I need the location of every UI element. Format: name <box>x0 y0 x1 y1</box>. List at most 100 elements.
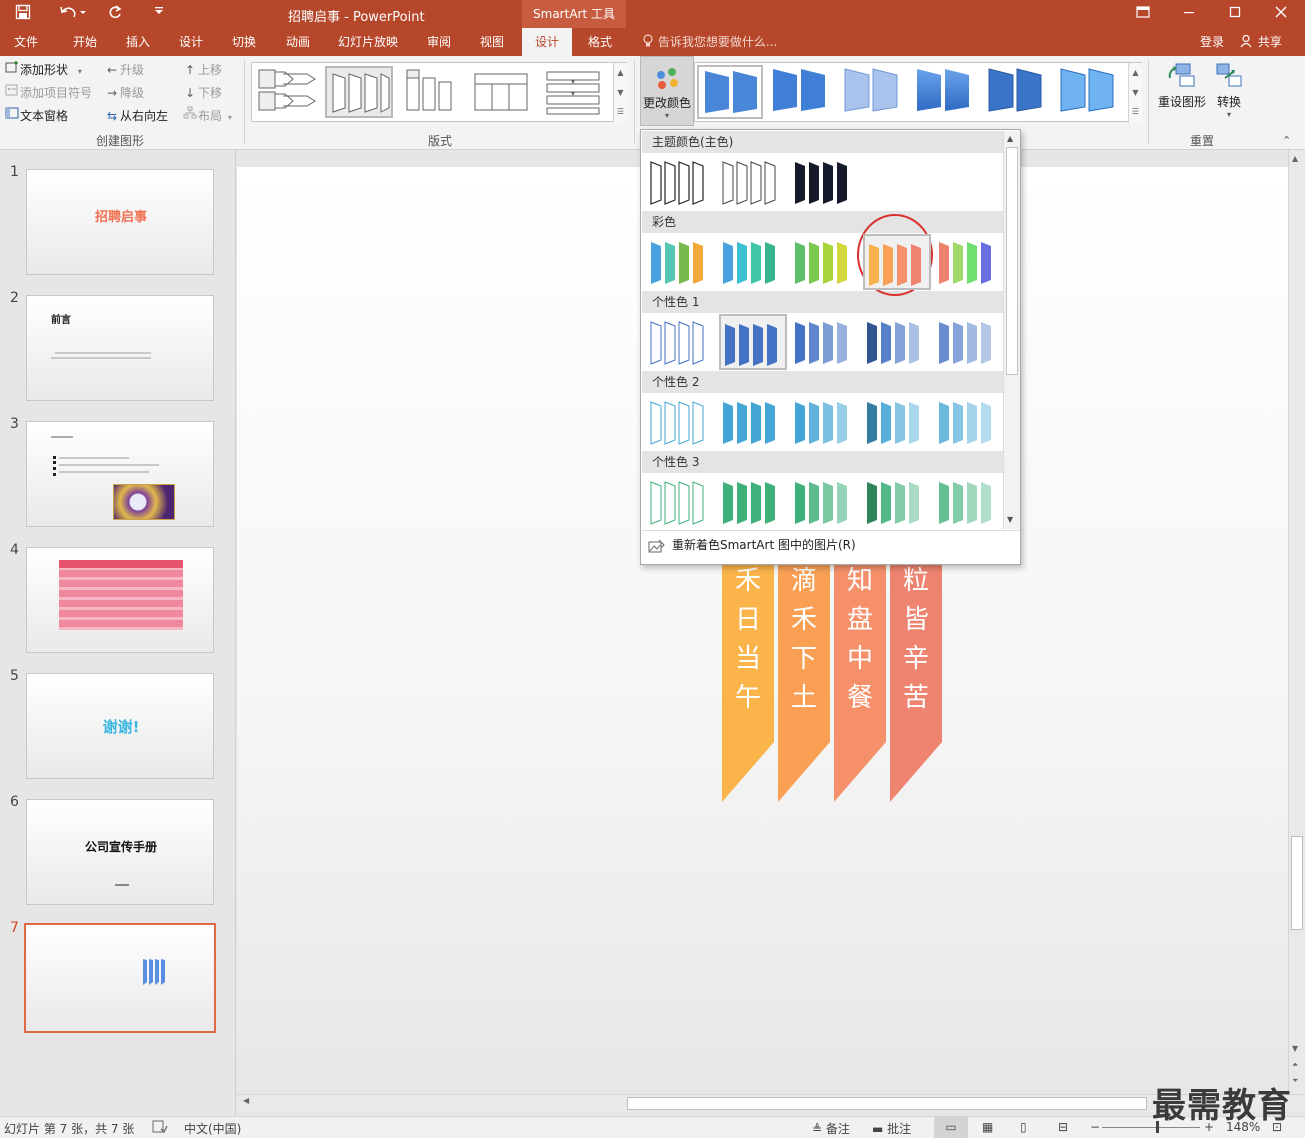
color-option[interactable] <box>791 314 859 370</box>
tab-view[interactable]: 视图 <box>466 28 518 56</box>
scroll-up-icon[interactable]: ▲ <box>1292 154 1298 163</box>
color-option[interactable] <box>791 474 859 530</box>
reset-graphic-button[interactable]: 重设图形 <box>1154 60 1210 110</box>
slide-thumbnail-2[interactable]: 前言 <box>26 295 214 401</box>
normal-view-icon[interactable]: ▭ <box>934 1117 968 1138</box>
tab-design[interactable]: 设计 <box>165 28 217 56</box>
add-shape-button[interactable]: 添加形状 ▾ <box>4 60 82 80</box>
scroll-up-icon[interactable]: ▲ <box>614 63 627 83</box>
text-pane-button[interactable]: 文本窗格 <box>4 106 68 126</box>
tab-animations[interactable]: 动画 <box>272 28 324 56</box>
color-option[interactable] <box>647 394 715 450</box>
style-option[interactable] <box>983 65 1049 119</box>
scroll-down-icon[interactable]: ▼ <box>614 83 627 103</box>
change-color-dropdown[interactable]: 主题颜色(主色) 彩色 个性色 1 个性色 2 个性色 3 ▲ ▼ 重新着色Sm… <box>640 129 1021 573</box>
color-option[interactable] <box>791 234 859 290</box>
next-slide-icon[interactable]: ⏷ <box>1292 1076 1298 1086</box>
style-option[interactable] <box>839 65 905 119</box>
slide-thumbnail-3[interactable] <box>26 421 214 527</box>
save-icon[interactable] <box>12 4 34 24</box>
color-option[interactable] <box>863 474 931 530</box>
tab-home[interactable]: 开始 <box>60 28 110 56</box>
color-option[interactable] <box>647 314 715 370</box>
scroll-left-icon[interactable]: ◀ <box>243 1096 249 1105</box>
dropdown-scrollbar[interactable]: ▲ ▼ <box>1003 131 1020 529</box>
scroll-up-icon[interactable]: ▲ <box>1007 134 1013 143</box>
style-gallery-scroll[interactable]: ▲ ▼ ☰ <box>1128 63 1142 123</box>
color-option[interactable] <box>719 394 787 450</box>
previous-slide-icon[interactable]: ⏶ <box>1292 1060 1298 1070</box>
style-option[interactable] <box>911 65 977 119</box>
horizontal-scrollbar[interactable]: ◀ <box>237 1094 1305 1112</box>
slideshow-icon[interactable]: ⊟ <box>1058 1120 1068 1134</box>
move-up-button[interactable]: ↑ 上移 <box>182 60 222 80</box>
change-color-button[interactable]: 更改颜色 ▾ <box>640 56 694 126</box>
scroll-down-icon[interactable]: ▼ <box>1129 83 1142 103</box>
color-option[interactable] <box>791 394 859 450</box>
tab-file[interactable]: 文件 <box>0 28 52 56</box>
color-option[interactable] <box>719 474 787 530</box>
color-option[interactable] <box>935 234 1003 290</box>
color-option[interactable] <box>935 474 1003 530</box>
right-to-left-button[interactable]: ⇆ 从右向左 <box>104 106 168 126</box>
color-option[interactable] <box>647 234 715 290</box>
tab-review[interactable]: 审阅 <box>414 28 464 56</box>
convert-button[interactable]: 转换 ▾ <box>1208 60 1250 119</box>
color-option[interactable] <box>863 314 931 370</box>
slide-thumbnail-7[interactable] <box>24 923 216 1033</box>
color-option[interactable] <box>863 394 931 450</box>
layout-gallery[interactable]: ▲ ▼ ☰ <box>251 62 627 123</box>
color-option[interactable] <box>719 234 787 290</box>
smartart-style-gallery[interactable]: ▲ ▼ ☰ <box>694 62 1142 123</box>
spellcheck-icon[interactable] <box>152 1120 168 1137</box>
layout-option[interactable] <box>541 66 609 118</box>
slide-thumbnail-4[interactable] <box>26 547 214 653</box>
scroll-up-icon[interactable]: ▲ <box>1129 63 1142 83</box>
redo-icon[interactable] <box>104 4 126 24</box>
tab-insert[interactable]: 插入 <box>112 28 164 56</box>
tab-transitions[interactable]: 切换 <box>218 28 270 56</box>
zoom-out-icon[interactable]: − <box>1090 1120 1100 1134</box>
scroll-down-icon[interactable]: ▼ <box>1007 515 1013 524</box>
tab-smartart-design[interactable]: 设计 <box>522 28 572 56</box>
color-option[interactable] <box>791 154 859 210</box>
comments-button[interactable]: ▬ 批注 <box>872 1120 911 1137</box>
color-option[interactable] <box>719 154 787 210</box>
layout-option[interactable] <box>397 66 465 118</box>
style-option[interactable] <box>1055 65 1121 119</box>
move-down-button[interactable]: ↓ 下移 <box>182 83 222 103</box>
ribbon-display-icon[interactable] <box>1120 0 1166 28</box>
tell-me-search[interactable]: 告诉我您想要做什么... <box>642 28 777 56</box>
gallery-more-icon[interactable]: ☰ <box>614 103 627 121</box>
slide-sorter-icon[interactable]: ▦ <box>982 1120 993 1134</box>
color-option[interactable] <box>719 314 787 370</box>
style-option[interactable] <box>767 65 833 119</box>
collapse-ribbon-icon[interactable]: ⌃ <box>1282 134 1291 147</box>
slide-thumbnail-6[interactable]: 公司宣传手册 <box>26 799 214 905</box>
minimize-icon[interactable] <box>1166 0 1212 28</box>
color-option[interactable] <box>647 474 715 530</box>
layout-option[interactable] <box>469 66 537 118</box>
language-indicator[interactable]: 中文(中国) <box>184 1120 241 1137</box>
demote-button[interactable]: → 降级 <box>104 83 144 103</box>
recolor-pictures-option[interactable]: 重新着色SmartArt 图中的图片(R) .... <box>642 530 1020 573</box>
layout-button[interactable]: 布局 ▾ <box>182 106 232 126</box>
slide-thumbnail-1[interactable]: 招聘启事 <box>26 169 214 275</box>
maximize-icon[interactable] <box>1212 0 1258 28</box>
undo-icon[interactable] <box>56 4 90 24</box>
reading-view-icon[interactable]: ▯ <box>1020 1120 1027 1134</box>
add-bullet-button[interactable]: 添加项目符号 <box>4 83 92 103</box>
color-option[interactable] <box>935 314 1003 370</box>
share-button[interactable]: 共享 <box>1240 28 1282 56</box>
layout-option-selected[interactable] <box>325 66 393 118</box>
slide-thumbnail-5[interactable]: 谢谢! <box>26 673 214 779</box>
login-link[interactable]: 登录 <box>1200 28 1224 56</box>
layout-option[interactable] <box>255 66 323 118</box>
color-option[interactable] <box>935 394 1003 450</box>
tab-slideshow[interactable]: 幻灯片放映 <box>328 28 408 56</box>
promote-button[interactable]: ← 升级 <box>104 60 144 80</box>
zoom-slider[interactable] <box>1102 1121 1200 1133</box>
layout-gallery-scroll[interactable]: ▲ ▼ ☰ <box>613 63 627 123</box>
customize-icon[interactable] <box>148 4 170 24</box>
vertical-scrollbar[interactable]: ▲ ▼ ⏶ ⏷ <box>1288 150 1305 1094</box>
